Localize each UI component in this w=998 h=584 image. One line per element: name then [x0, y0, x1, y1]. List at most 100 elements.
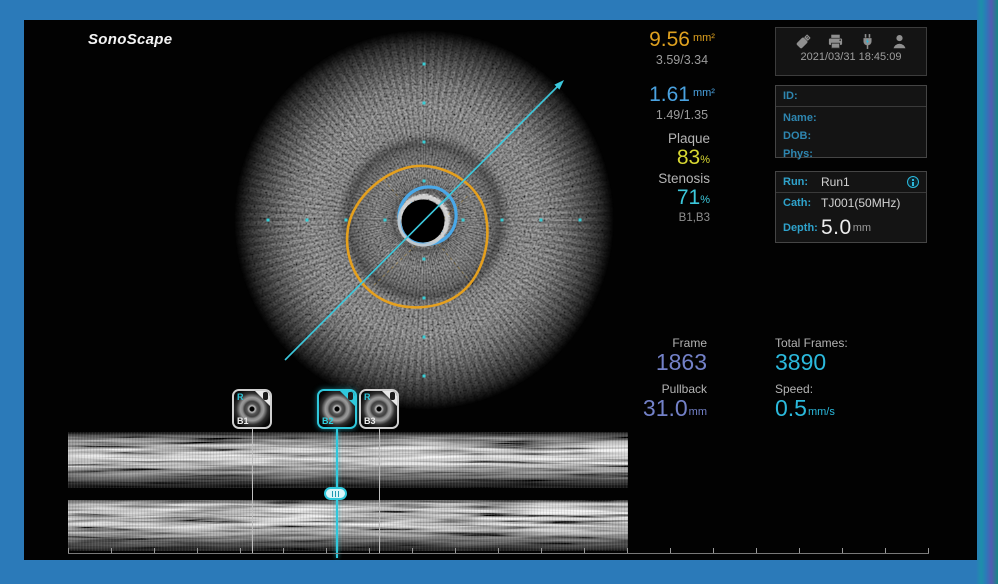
ruler-baseline	[68, 553, 929, 554]
ruler-tick	[928, 548, 929, 553]
ruler-tick	[498, 548, 499, 553]
speed-number: 0.5	[775, 395, 807, 421]
range-dot	[501, 219, 504, 222]
stenosis-label: Stenosis	[614, 171, 750, 186]
usb-icon[interactable]	[795, 33, 812, 50]
total-frames-label: Total Frames:	[775, 336, 935, 350]
ruler-tick	[713, 548, 714, 553]
vessel-area-value: 9.56mm²	[614, 28, 750, 52]
pullback-ruler	[68, 547, 930, 555]
bookmark-flag-icon	[348, 392, 353, 400]
bookmark-id: B2	[322, 416, 334, 426]
ivus-cross-section[interactable]	[234, 30, 614, 410]
printer-icon[interactable]	[827, 33, 844, 50]
depth-row: Depth: 5.0 mm	[776, 213, 926, 243]
depth-unit: mm	[853, 222, 871, 234]
longitudinal-view-bottom[interactable]	[68, 500, 628, 551]
bookmark-thumb-b3[interactable]: R B3	[359, 389, 399, 429]
ruler-tick	[756, 548, 757, 553]
run-label: Run:	[783, 176, 821, 188]
ruler-tick	[799, 548, 800, 553]
patient-id-label: ID:	[776, 86, 926, 107]
system-status-panel: 2021/03/31 18:45:09	[775, 27, 927, 76]
bookmark-flag-icon	[390, 392, 395, 400]
ruler-tick	[197, 548, 198, 553]
cath-row: Cath: TJ001(50MHz)	[776, 193, 926, 213]
bookmark-thumb-b1[interactable]: R B1	[232, 389, 272, 429]
range-dot	[267, 219, 270, 222]
main-screen: SonoScape	[24, 20, 977, 560]
range-dot	[423, 297, 426, 300]
ruler-tick	[412, 548, 413, 553]
ruler-tick	[842, 548, 843, 553]
speed-unit: mm/s	[808, 406, 835, 418]
lumen-diameters: 1.49/1.35	[614, 108, 750, 122]
pullback-unit: mm	[689, 406, 707, 418]
range-dot	[423, 63, 426, 66]
cath-label: Cath:	[783, 197, 821, 209]
run-info-panel: Run: Run1 Cath: TJ001(50MHz) Depth: 5.0 …	[775, 171, 927, 243]
total-frames-value: 3890	[775, 349, 935, 376]
patient-info-panel: ID: Name: DOB: Phys:	[775, 85, 927, 158]
frame-cursor-handle[interactable]	[324, 487, 347, 500]
screen-bezel: SonoScape	[0, 0, 998, 584]
range-dot	[423, 375, 426, 378]
range-dot	[462, 219, 465, 222]
plaque-value: 83%	[614, 146, 750, 170]
pullback-value: 31.0mm	[577, 395, 707, 422]
range-dot	[306, 219, 309, 222]
range-dot	[384, 219, 387, 222]
stenosis-unit: %	[700, 194, 710, 206]
run-info-icon[interactable]	[907, 176, 919, 188]
range-dot	[423, 141, 426, 144]
run-row: Run: Run1	[776, 172, 926, 193]
stenosis-reference: B1,B3	[614, 212, 750, 224]
run-value[interactable]: Run1	[821, 175, 850, 189]
ruler-tick	[627, 548, 628, 553]
speed-label: Speed:	[775, 382, 935, 396]
bookmark-r-flag: R	[237, 392, 244, 402]
bookmark-flag-icon	[263, 392, 268, 400]
ruler-tick	[68, 548, 69, 553]
range-dot	[579, 219, 582, 222]
bookmark-marker-line-b3	[379, 429, 380, 553]
pullback-label: Pullback	[577, 382, 707, 396]
bookmark-id: B3	[364, 416, 376, 426]
cath-value: TJ001(50MHz)	[821, 196, 900, 210]
ruler-tick	[584, 548, 585, 553]
pullback-number: 31.0	[643, 395, 688, 421]
bookmark-id: B1	[237, 416, 249, 426]
range-dot	[423, 180, 426, 183]
cut-plane-line[interactable]	[285, 85, 559, 360]
ivus-overlay	[234, 30, 614, 410]
system-datetime: 2021/03/31 18:45:09	[776, 51, 926, 63]
ruler-tick	[670, 548, 671, 553]
range-dot	[540, 219, 543, 222]
stenosis-number: 71	[677, 186, 700, 209]
plaque-unit: %	[700, 154, 710, 166]
speed-value: 0.5mm/s	[775, 395, 935, 422]
bookmark-thumb-b2[interactable]: B2	[317, 389, 357, 429]
ruler-tick	[326, 548, 327, 553]
depth-label: Depth:	[783, 222, 821, 234]
plaque-number: 83	[677, 146, 700, 169]
user-icon[interactable]	[891, 33, 908, 50]
vessel-area-unit: mm²	[693, 32, 715, 44]
longitudinal-view-top[interactable]	[68, 432, 628, 488]
ruler-tick	[283, 548, 284, 553]
ruler-tick	[154, 548, 155, 553]
strip-scanlines	[68, 500, 628, 551]
ruler-tick	[885, 548, 886, 553]
frame-value: 1863	[577, 349, 707, 376]
ruler-tick	[541, 548, 542, 553]
plaque-label: Plaque	[614, 131, 750, 146]
ruler-tick	[455, 548, 456, 553]
measurement-panel: 9.56mm² 3.59/3.34 1.61mm² 1.49/1.35 Plaq…	[614, 28, 750, 258]
range-dot	[423, 336, 426, 339]
ruler-tick	[111, 548, 112, 553]
depth-value: 5.0	[821, 216, 852, 240]
vessel-area-number: 9.56	[649, 28, 690, 51]
bookmark-r-flag: R	[364, 392, 371, 402]
power-plug-icon[interactable]	[859, 33, 876, 50]
patient-phys-label: Phys:	[776, 145, 926, 163]
